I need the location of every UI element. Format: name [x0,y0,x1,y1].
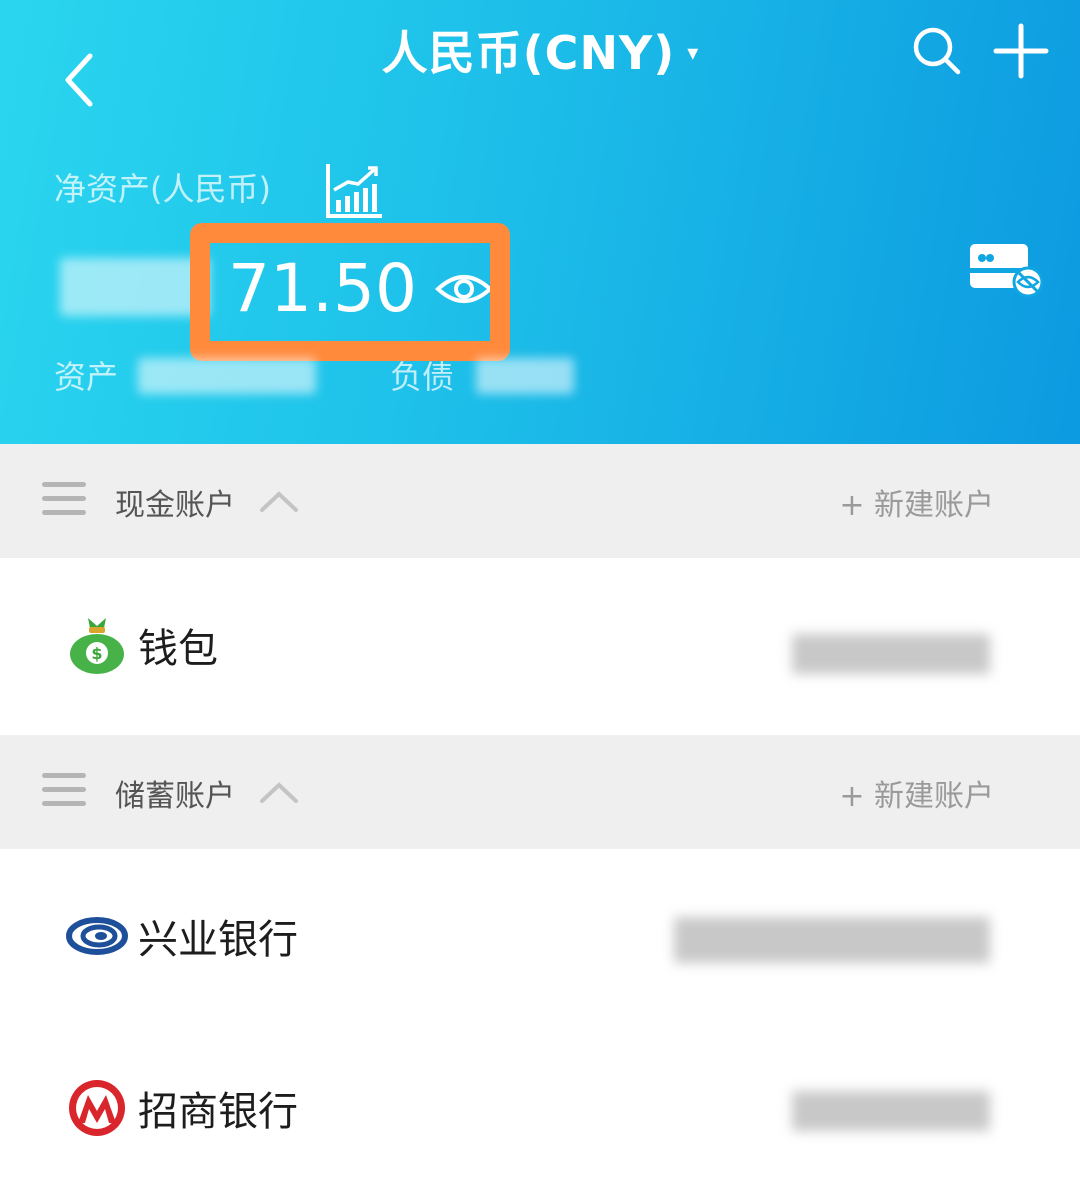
plus-icon [993,23,1049,79]
page-title: 人民币(CNY) [381,26,676,80]
assets-label: 资产 [54,358,119,396]
assets-hidden-value [138,358,316,394]
back-button[interactable] [52,44,112,116]
account-balance-hidden [792,1091,990,1131]
chevron-up-icon [260,782,298,803]
collapse-button[interactable] [256,773,302,809]
card-hidden-icon [970,244,1044,298]
account-name: 钱包 [138,626,218,672]
chevron-left-icon [65,53,93,107]
account-balance-hidden [674,917,990,963]
collapse-button[interactable] [256,482,302,518]
hide-cards-button[interactable] [966,238,1048,304]
caret-down-icon: ▾ [687,40,699,66]
section-title: 现金账户 [115,488,235,523]
menu-icon[interactable] [42,482,86,518]
add-button[interactable] [992,22,1050,80]
trend-chart-button[interactable] [324,160,386,222]
money-bag-icon: $ [70,618,124,674]
liabilities-hidden-value [476,358,574,394]
net-assets-value: 71.50 [228,250,417,327]
section-header-cash: 现金账户 + 新建账户 [0,444,1080,558]
account-name: 兴业银行 [138,917,298,963]
search-icon [913,27,961,75]
chevron-up-icon [260,491,298,512]
account-name: 招商银行 [138,1089,298,1135]
account-balance-hidden [792,634,990,674]
account-row-cib[interactable]: 兴业银行 [0,849,1080,1021]
new-account-button[interactable]: + 新建账户 [839,771,994,815]
net-assets-hidden-digits [60,258,210,316]
section-title: 储蓄账户 [115,779,235,814]
search-button[interactable] [908,22,966,80]
new-account-button[interactable]: + 新建账户 [839,480,994,524]
net-assets-row: 71.50 [228,250,493,327]
svg-text:$: $ [91,644,102,663]
section-header-savings: 储蓄账户 + 新建账户 [0,735,1080,849]
cib-bank-logo [66,917,128,955]
account-row-wallet[interactable]: $ 钱包 [0,558,1080,730]
account-row-cmb[interactable]: 招商银行 [0,1021,1080,1182]
bar-chart-icon [326,164,382,218]
eye-icon [435,274,493,303]
toggle-visibility-button[interactable] [435,269,493,309]
menu-icon[interactable] [42,773,86,809]
liabilities-label: 负债 [390,358,455,396]
header: 人民币(CNY) ▾ 净资产(人民币) 71.50 资产 负债 [0,0,1080,444]
net-assets-label: 净资产(人民币) [54,170,271,208]
cmb-bank-logo [69,1080,125,1136]
currency-selector[interactable]: 人民币(CNY) ▾ [340,18,740,82]
